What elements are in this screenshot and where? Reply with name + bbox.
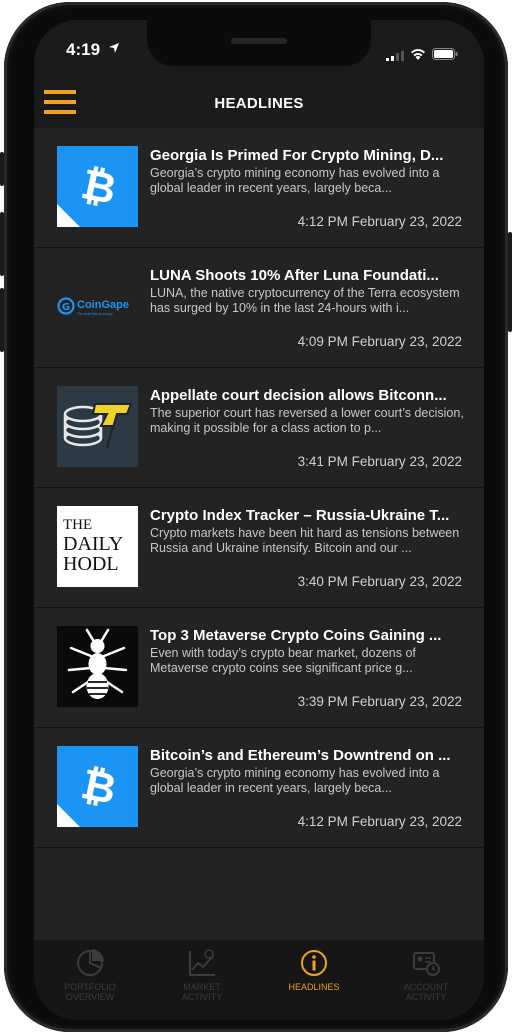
earpiece-speaker [231, 38, 287, 44]
bitcoin-logo-icon: ₿ [57, 146, 138, 227]
article-item[interactable]: ₿ Georgia Is Primed For Crypto Mining, D… [34, 128, 484, 248]
article-date: 3:41 PM February 23, 2022 [297, 454, 462, 469]
location-arrow-icon [109, 43, 119, 53]
article-date: 3:40 PM February 23, 2022 [297, 574, 462, 589]
tab-portfolio-overview[interactable]: PORTFOLIO OVERVIEW [34, 948, 146, 1012]
pie-chart-icon [77, 949, 104, 976]
daily-hodl-line-2: DAILY [63, 533, 124, 555]
article-date: 3:39 PM February 23, 2022 [297, 694, 462, 709]
coingape-tagline: The best test of money [77, 312, 113, 316]
status-time: 4:19 [66, 40, 101, 59]
mute-switch [0, 152, 4, 186]
article-excerpt: Even with today’s crypto bear market, do… [150, 646, 416, 675]
article-headline: LUNA Shoots 10% After Luna Foundati... [150, 267, 439, 284]
app-header: HEADLINES [34, 80, 484, 128]
coingape-brand-text: CoinGape [77, 299, 129, 311]
headline-list: ₿ Georgia Is Primed For Crypto Mining, D… [34, 128, 484, 848]
tab-market-activity[interactable]: MARKET ACTIVITY [146, 948, 258, 1012]
page-title: HEADLINES [214, 95, 304, 112]
tab-label-line1: PORTFOLIO [64, 982, 116, 992]
daily-hodl-line-3: HODL [63, 553, 119, 575]
cointelegraph-logo-icon [57, 386, 138, 467]
bitcoin-logo-thumbnail: ₿ [57, 146, 138, 227]
article-item[interactable]: Top 3 Metaverse Crypto Coins Gaining ...… [34, 608, 484, 728]
info-icon [301, 950, 327, 976]
tab-account-activity[interactable]: ACCOUNT ACTIVITY [370, 948, 482, 1012]
account-activity-icon [413, 952, 440, 976]
article-item[interactable]: ₿ Bitcoin’s and Ethereum’s Downtrend on … [34, 728, 484, 848]
article-excerpt: LUNA, the native cryptocurrency of the T… [150, 286, 460, 315]
article-date: 4:12 PM February 23, 2022 [297, 214, 462, 229]
ant-logo-icon [57, 626, 138, 707]
bottom-tab-bar: PORTFOLIO OVERVIEW MARKET ACTIVITY HEADL… [34, 940, 484, 1020]
wifi-icon [411, 49, 425, 60]
cellular-signal-icon [386, 51, 404, 61]
tab-label-line1: ACCOUNT [403, 982, 449, 992]
volume-down-button [0, 288, 4, 352]
article-headline: Georgia Is Primed For Crypto Mining, D..… [150, 147, 444, 164]
market-chart-icon [189, 949, 215, 976]
svg-text:G: G [62, 302, 70, 313]
tab-label-line1: MARKET [183, 982, 221, 992]
power-button [508, 232, 512, 332]
tab-label-line2: OVERVIEW [65, 992, 115, 1002]
volume-up-button [0, 212, 4, 276]
article-headline: Top 3 Metaverse Crypto Coins Gaining ... [150, 627, 442, 644]
tab-label-line2: ACTIVITY [181, 992, 223, 1002]
coingape-logo-thumbnail: G CoinGape The best test of money [57, 266, 138, 347]
bitcoin-logo-icon: ₿ [57, 746, 138, 827]
bitcoin-logo-thumbnail: ₿ [57, 746, 138, 827]
tab-headlines[interactable]: HEADLINES [258, 948, 370, 1012]
cointelegraph-logo-thumbnail [57, 386, 138, 467]
article-item[interactable]: Appellate court decision allows Bitconn.… [34, 368, 484, 488]
article-excerpt: The superior court has reversed a lower … [150, 406, 464, 435]
daily-hodl-logo-thumbnail: THE DAILY HODL [57, 506, 138, 587]
article-excerpt: Georgia’s crypto mining economy has evol… [150, 166, 440, 195]
article-item[interactable]: G CoinGape The best test of money LUNA S… [34, 248, 484, 368]
battery-icon [432, 48, 458, 60]
phone-frame: 4:19 HEADLINES ₿ Georgia Is Primed For C… [0, 2, 512, 1032]
article-headline: Appellate court decision allows Bitconn.… [150, 387, 447, 404]
article-excerpt: Crypto markets have been hit hard as ten… [150, 526, 460, 555]
app-screen: 4:19 HEADLINES ₿ Georgia Is Primed For C… [34, 20, 484, 1020]
article-item[interactable]: THE DAILY HODL Crypto Index Tracker – Ru… [34, 488, 484, 608]
article-headline: Crypto Index Tracker – Russia-Ukraine T.… [150, 507, 450, 524]
tab-label-line1: HEADLINES [288, 982, 340, 992]
article-date: 4:09 PM February 23, 2022 [297, 334, 462, 349]
article-date: 4:12 PM February 23, 2022 [297, 814, 462, 829]
daily-hodl-line-1: THE [63, 517, 93, 533]
tab-label-line2: ACTIVITY [405, 992, 447, 1002]
article-headline: Bitcoin’s and Ethereum’s Downtrend on ..… [150, 747, 451, 764]
camera-notch [147, 20, 371, 66]
article-excerpt: Georgia’s crypto mining economy has evol… [150, 766, 440, 795]
ant-logo-thumbnail [57, 626, 138, 707]
